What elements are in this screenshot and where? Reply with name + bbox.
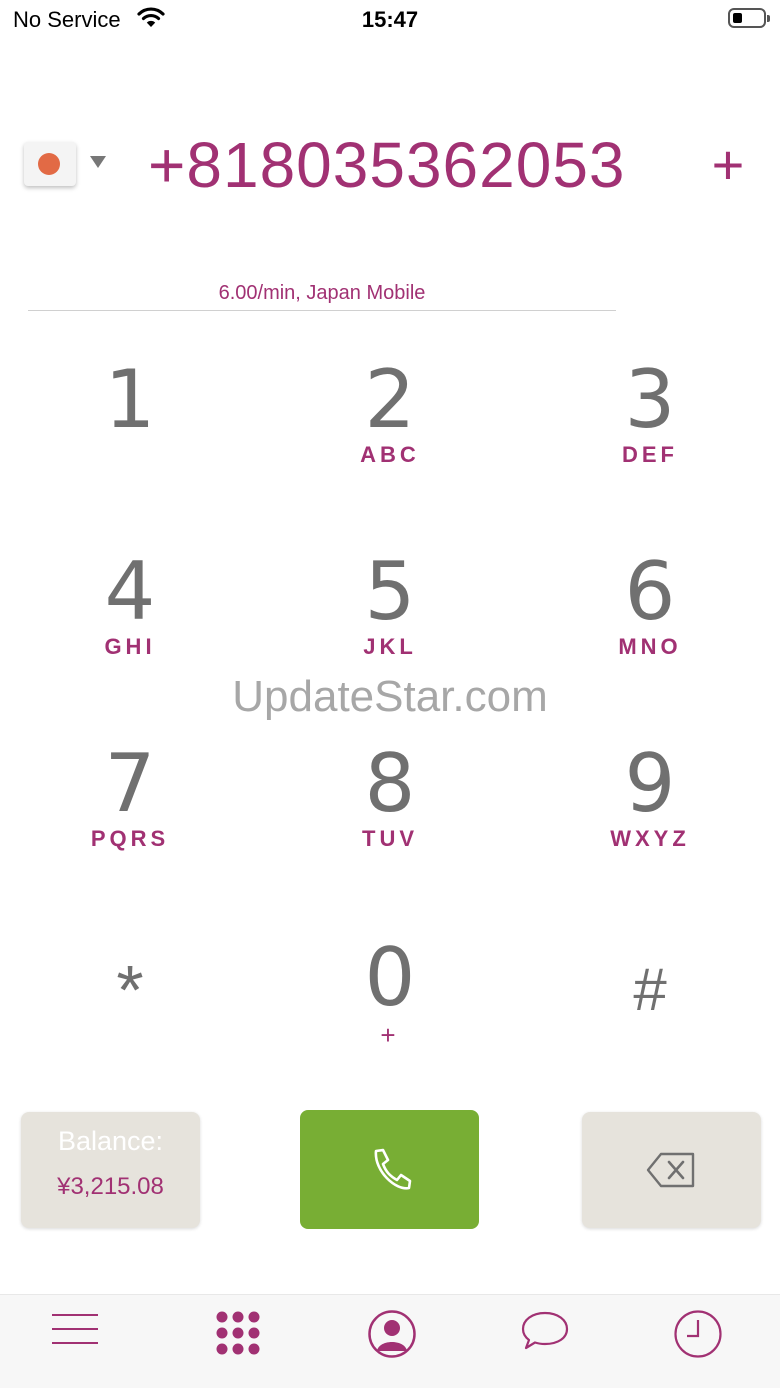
key-digit: 3 [624, 353, 676, 446]
contacts-icon [368, 1310, 416, 1358]
key-letters: DEF [622, 442, 678, 467]
key-1[interactable]: 1 [30, 355, 230, 485]
tab-contacts[interactable] [352, 1309, 432, 1365]
key-digit: 1 [104, 353, 156, 446]
watermark-text: UpdateStar.com [232, 672, 548, 721]
phone-number-display[interactable]: +818035362053 [148, 128, 626, 202]
phone-icon [374, 1148, 412, 1190]
key-5[interactable]: 5 JKL [290, 547, 490, 677]
key-digit: 2 [364, 353, 416, 446]
key-digit: 8 [364, 737, 416, 830]
delete-button[interactable] [582, 1112, 761, 1228]
key-9[interactable]: 9 WXYZ [550, 739, 750, 869]
add-contact-button[interactable]: + [703, 130, 753, 200]
battery-icon [728, 8, 770, 28]
history-icon [674, 1310, 722, 1358]
key-letters: MNO [618, 634, 682, 659]
key-letters: + [380, 1020, 400, 1050]
balance-amount: ¥3,215.08 [57, 1173, 164, 1200]
key-letters: WXYZ [610, 826, 690, 851]
tab-keypad[interactable] [198, 1309, 278, 1365]
key-digit: 0 [364, 931, 416, 1024]
key-8[interactable]: 8 TUV [290, 739, 490, 869]
key-0[interactable]: 0 + [290, 933, 490, 1063]
key-4[interactable]: 4 GHI [30, 547, 230, 677]
key-6[interactable]: 6 MNO [550, 547, 750, 677]
status-time: 15:47 [361, 7, 419, 32]
key-2[interactable]: 2 ABC [290, 355, 490, 485]
key-star[interactable]: * [30, 945, 230, 1075]
keypad-icon [216, 1311, 260, 1355]
balance-label: Balance: [57, 1126, 164, 1156]
key-digit: 7 [104, 737, 156, 830]
key-digit: 4 [104, 545, 156, 638]
key-letters: PQRS [90, 826, 170, 851]
tab-bar [0, 1294, 780, 1388]
menu-icon [52, 1314, 98, 1344]
key-hash[interactable]: # [550, 945, 750, 1075]
key-letters: GHI [104, 634, 156, 659]
tab-messages[interactable] [505, 1309, 585, 1365]
star-icon: * [116, 951, 144, 1029]
key-letters: ABC [360, 442, 420, 467]
call-rate-info: 6.00/min, Japan Mobile [218, 282, 426, 304]
balance-button[interactable]: Balance: ¥3,215.08 [21, 1112, 200, 1228]
call-button[interactable] [300, 1110, 479, 1229]
divider [28, 310, 616, 311]
key-digit: 5 [364, 545, 416, 638]
backspace-icon [646, 1152, 695, 1188]
country-dropdown-caret-icon[interactable] [90, 156, 106, 168]
key-7[interactable]: 7 PQRS [30, 739, 230, 869]
messages-icon [521, 1311, 569, 1350]
status-bar: No Service 15:47 [0, 0, 780, 44]
key-3[interactable]: 3 DEF [550, 355, 750, 485]
key-digit: 9 [624, 737, 676, 830]
tab-menu[interactable] [35, 1309, 115, 1365]
key-digit: 6 [624, 545, 676, 638]
key-letters: JKL [363, 634, 417, 659]
key-letters: TUV [362, 826, 418, 851]
japan-flag-icon[interactable] [24, 142, 76, 186]
tab-history[interactable] [658, 1309, 738, 1365]
hash-icon: # [633, 956, 667, 1023]
